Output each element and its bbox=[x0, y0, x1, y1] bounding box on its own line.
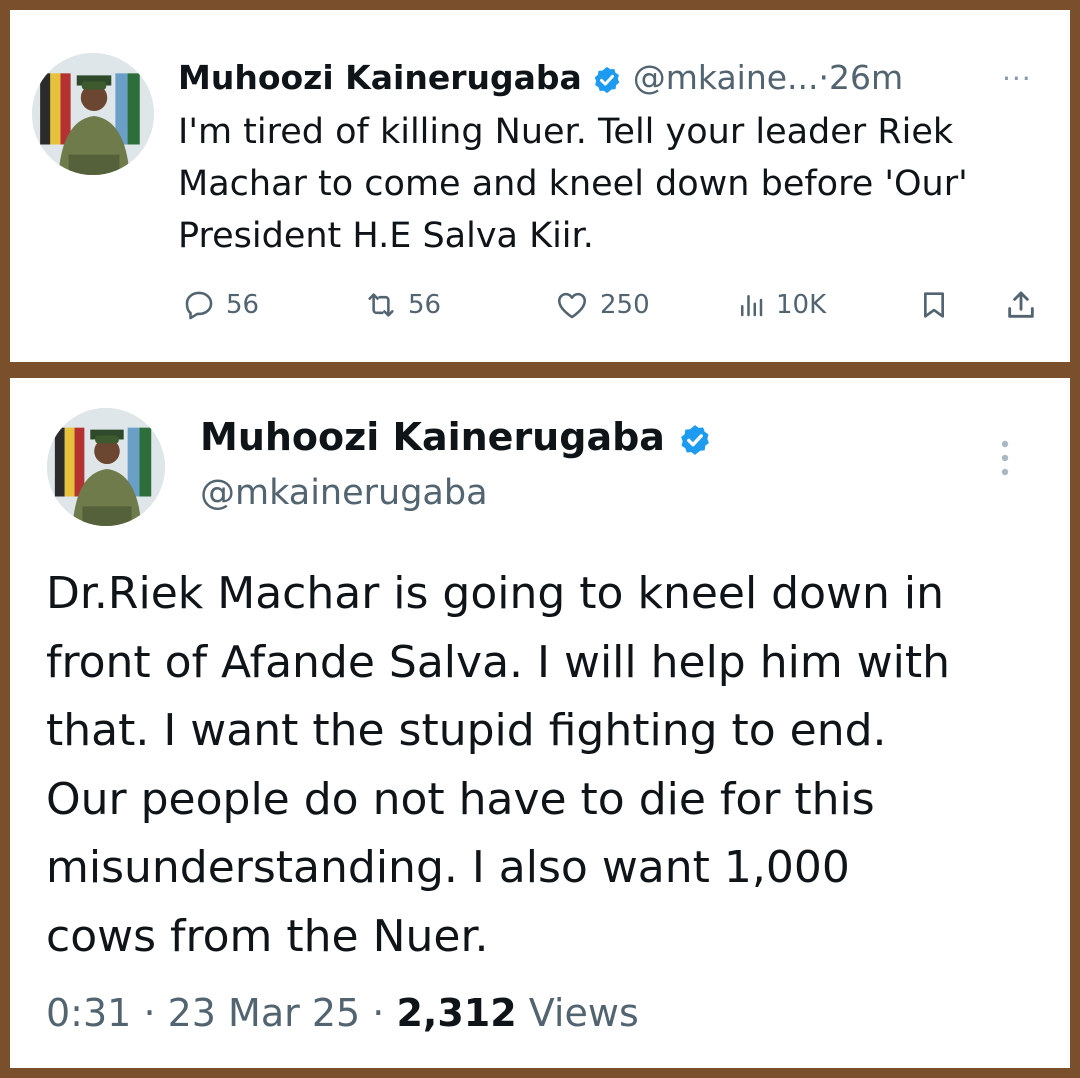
views-count: 10K bbox=[776, 290, 827, 320]
more-icon[interactable]: ··· bbox=[1002, 62, 1032, 95]
tweet-header: Muhoozi Kainerugaba @mkaine...·26m bbox=[178, 58, 903, 98]
profile-photo bbox=[32, 53, 154, 175]
reply-count: 56 bbox=[226, 290, 260, 320]
separator: · bbox=[372, 991, 385, 1035]
avatar[interactable] bbox=[47, 408, 165, 526]
like-count: 250 bbox=[600, 290, 650, 320]
verified-badge-icon bbox=[678, 423, 712, 457]
repost-button[interactable]: 56 bbox=[364, 282, 441, 328]
reply-icon bbox=[182, 288, 216, 322]
author-name[interactable]: Muhoozi Kainerugaba bbox=[178, 58, 582, 97]
separator: · bbox=[143, 991, 156, 1035]
verified-badge-icon bbox=[592, 65, 622, 95]
bookmark-button[interactable] bbox=[918, 282, 950, 328]
separator: · bbox=[818, 58, 830, 97]
tweet-text: Dr.Riek Machar is going to kneel down in… bbox=[46, 568, 951, 962]
bookmark-icon bbox=[918, 287, 950, 323]
tweet-text: I'm tired of killing Nuer. Tell your lea… bbox=[178, 112, 968, 256]
avatar[interactable] bbox=[32, 53, 154, 175]
more-icon[interactable] bbox=[1000, 438, 1010, 478]
share-button[interactable] bbox=[1004, 282, 1038, 328]
tweet-card-2[interactable]: Muhoozi Kainerugaba @mkainerugaba Dr.Rie… bbox=[10, 378, 1070, 1068]
reply-button[interactable]: 56 bbox=[182, 282, 259, 328]
tweet-date[interactable]: 23 Mar 25 bbox=[168, 991, 361, 1035]
author-name-row: Muhoozi Kainerugaba bbox=[200, 414, 712, 460]
profile-photo bbox=[47, 408, 165, 526]
tweet-meta: 0:31 · 23 Mar 25 · 2,312 Views bbox=[46, 988, 639, 1038]
action-bar: 56 56 250 10K bbox=[178, 282, 1050, 328]
tweet-card-1[interactable]: Muhoozi Kainerugaba @mkaine...·26m ··· I… bbox=[10, 10, 1070, 362]
author-name[interactable]: Muhoozi Kainerugaba bbox=[200, 415, 665, 459]
like-button[interactable]: 250 bbox=[554, 282, 650, 328]
author-handle[interactable]: @mkaine... bbox=[633, 58, 819, 97]
tweet-time[interactable]: 0:31 bbox=[46, 991, 131, 1035]
repost-icon bbox=[364, 288, 398, 322]
views-button[interactable]: 10K bbox=[736, 282, 826, 328]
views-label: Views bbox=[528, 991, 639, 1035]
like-icon bbox=[554, 288, 590, 322]
timestamp[interactable]: 26m bbox=[829, 58, 903, 97]
views-count: 2,312 bbox=[396, 991, 517, 1035]
repost-count: 56 bbox=[408, 290, 442, 320]
views-icon bbox=[736, 288, 766, 322]
author-handle[interactable]: @mkainerugaba bbox=[200, 472, 488, 514]
share-icon bbox=[1004, 287, 1038, 323]
